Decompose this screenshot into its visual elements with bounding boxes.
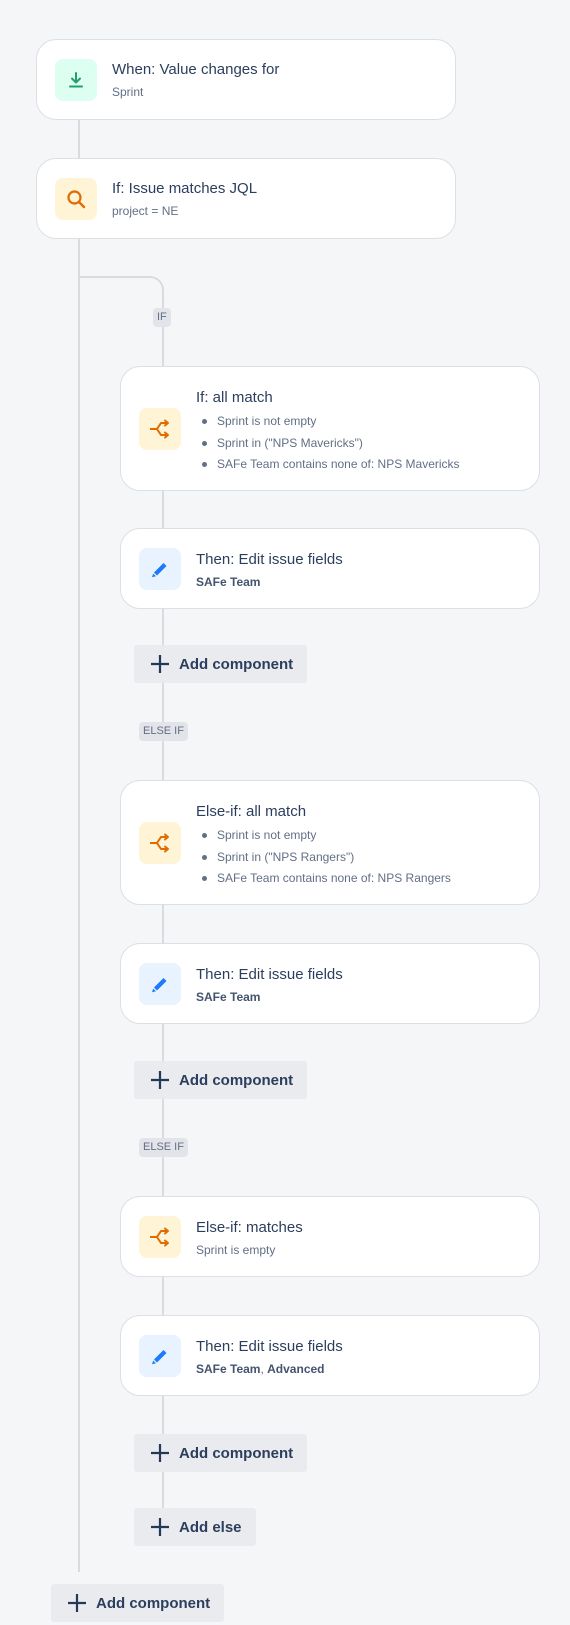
condition-item: SAFe Team contains none of: NPS Rangers bbox=[196, 870, 451, 892]
branch-connector-curve bbox=[78, 276, 164, 298]
field-name: SAFe Team bbox=[196, 990, 261, 1004]
trigger-title: When: Value changes for bbox=[112, 61, 280, 78]
if-badge: IF bbox=[153, 308, 171, 327]
edit-issue-fields: SAFe Team bbox=[196, 575, 260, 589]
field-name: SAFe Team bbox=[196, 1362, 261, 1376]
add-component-label: Add component bbox=[96, 1594, 211, 1612]
plus-icon bbox=[151, 1518, 169, 1536]
add-component-button[interactable]: Add component bbox=[134, 1434, 308, 1472]
trigger-subtitle: Sprint bbox=[112, 85, 144, 99]
condition-item: Sprint is not empty bbox=[196, 827, 451, 849]
add-component-label: Add component bbox=[179, 1444, 294, 1462]
condition-subtitle: project = NE bbox=[112, 204, 179, 218]
plus-icon bbox=[151, 1071, 169, 1089]
edit-issue-fields: SAFe Team, Advanced bbox=[196, 1362, 325, 1376]
else-if-condition-title: Else-if: matches bbox=[196, 1219, 303, 1236]
else-if-condition-title: Else-if: all match bbox=[196, 803, 307, 820]
else-if-condition-list: Sprint is not empty Sprint in ("NPS Rang… bbox=[196, 827, 451, 892]
else-if-condition-icon-box bbox=[139, 822, 181, 864]
field-name: SAFe Team bbox=[196, 575, 261, 589]
else-if-condition-subtitle: Sprint is empty bbox=[196, 1243, 276, 1257]
edit-issue-title: Then: Edit issue fields bbox=[196, 966, 343, 983]
else-if-condition-card[interactable]: Else-if: all match Sprint is not empty S… bbox=[120, 780, 540, 905]
edit-icon-box bbox=[139, 1335, 181, 1377]
field-name: Advanced bbox=[267, 1362, 325, 1376]
edit-icon-box bbox=[139, 963, 181, 1005]
condition-item: Sprint in ("NPS Mavericks") bbox=[196, 435, 460, 457]
edit-issue-title: Then: Edit issue fields bbox=[196, 1338, 343, 1355]
condition-item: Sprint is not empty bbox=[196, 413, 460, 435]
pencil-icon bbox=[152, 978, 167, 993]
if-condition-card[interactable]: If: all match Sprint is not empty Sprint… bbox=[120, 366, 540, 491]
add-component-button[interactable]: Add component bbox=[51, 1584, 225, 1622]
edit-issue-title: Then: Edit issue fields bbox=[196, 551, 343, 568]
add-component-label: Add component bbox=[179, 1071, 294, 1089]
branch-icon bbox=[150, 1227, 169, 1247]
condition-item: SAFe Team contains none of: NPS Maverick… bbox=[196, 456, 460, 478]
trigger-card[interactable]: When: Value changes for Sprint bbox=[36, 39, 456, 120]
else-if-badge: ELSE IF bbox=[139, 1138, 188, 1157]
condition-icon-box bbox=[55, 178, 97, 220]
plus-icon bbox=[151, 1444, 169, 1462]
download-arrow-icon bbox=[69, 72, 83, 88]
branch-icon bbox=[150, 833, 169, 853]
else-if-condition-icon-box bbox=[139, 1216, 181, 1258]
plus-icon bbox=[151, 655, 169, 673]
add-component-button[interactable]: Add component bbox=[134, 645, 308, 683]
add-else-button[interactable]: Add else bbox=[134, 1508, 256, 1546]
add-component-label: Add component bbox=[179, 655, 294, 673]
add-else-label: Add else bbox=[179, 1518, 242, 1536]
condition-title: If: Issue matches JQL bbox=[112, 180, 258, 197]
plus-icon bbox=[68, 1594, 86, 1612]
condition-item: Sprint in ("NPS Rangers") bbox=[196, 849, 451, 871]
else-if-condition-card[interactable]: Else-if: matches Sprint is empty bbox=[120, 1196, 540, 1277]
search-icon bbox=[67, 190, 86, 209]
edit-issue-fields: SAFe Team bbox=[196, 990, 260, 1004]
pencil-icon bbox=[152, 1350, 167, 1365]
trigger-icon-box bbox=[55, 59, 97, 101]
add-component-button[interactable]: Add component bbox=[134, 1061, 308, 1099]
main-connector-line bbox=[78, 120, 80, 1572]
if-condition-icon-box bbox=[139, 408, 181, 450]
pencil-icon bbox=[152, 563, 167, 578]
edit-issue-card[interactable]: Then: Edit issue fields SAFe Team bbox=[120, 528, 540, 609]
branch-icon bbox=[150, 419, 169, 439]
condition-card[interactable]: If: Issue matches JQL project = NE bbox=[36, 158, 456, 239]
else-if-badge: ELSE IF bbox=[139, 722, 188, 741]
if-condition-title: If: all match bbox=[196, 389, 273, 406]
edit-issue-card[interactable]: Then: Edit issue fields SAFe Team bbox=[120, 943, 540, 1024]
edit-icon-box bbox=[139, 548, 181, 590]
if-condition-list: Sprint is not empty Sprint in ("NPS Mave… bbox=[196, 413, 460, 478]
edit-issue-card[interactable]: Then: Edit issue fields SAFe Team, Advan… bbox=[120, 1315, 540, 1396]
